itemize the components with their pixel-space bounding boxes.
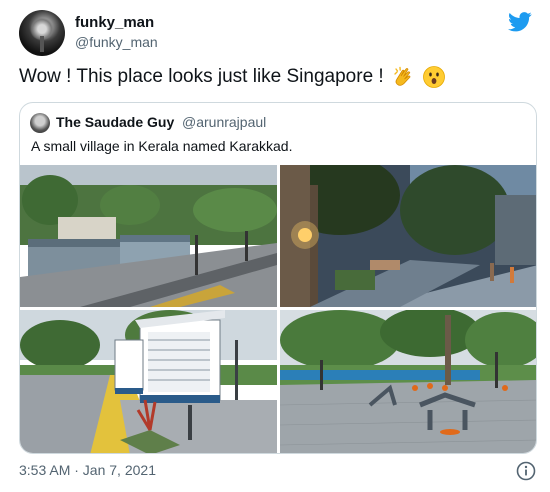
photo-kiosk-path[interactable] bbox=[20, 310, 277, 453]
quoted-tweet-text: A small village in Kerala named Karakkad… bbox=[31, 138, 293, 154]
tweet-body: Wow ! This place looks just like Singapo… bbox=[19, 66, 384, 87]
author-display-name[interactable]: funky_man bbox=[75, 14, 154, 31]
tweet-card: funky_man @funky_man Wow ! This place lo… bbox=[0, 0, 550, 492]
author-handle[interactable]: @funky_man bbox=[75, 34, 158, 50]
tweet-text: Wow ! This place looks just like Singapo… bbox=[19, 64, 446, 90]
info-icon[interactable] bbox=[516, 461, 536, 481]
quoted-author-name[interactable]: The Saudade Guy bbox=[56, 114, 174, 130]
tweet-timestamp[interactable]: 3:53 AM · Jan 7, 2021 bbox=[19, 462, 156, 478]
astonished-face-emoji bbox=[423, 66, 446, 88]
photo-evening-walkway[interactable] bbox=[280, 165, 536, 307]
clapping-hands-emoji bbox=[394, 66, 411, 86]
photo-aerial-street[interactable] bbox=[20, 165, 277, 307]
author-avatar[interactable] bbox=[19, 10, 65, 56]
quoted-author-avatar[interactable] bbox=[30, 113, 50, 133]
photo-outdoor-gym[interactable] bbox=[280, 310, 536, 453]
quoted-author-handle[interactable]: @arunrajpaul bbox=[182, 114, 266, 130]
twitter-bird-icon[interactable] bbox=[508, 12, 532, 32]
avatar-trunk-shape bbox=[40, 36, 44, 52]
quoted-tweet[interactable]: The Saudade Guy @arunrajpaul A small vil… bbox=[19, 102, 537, 454]
